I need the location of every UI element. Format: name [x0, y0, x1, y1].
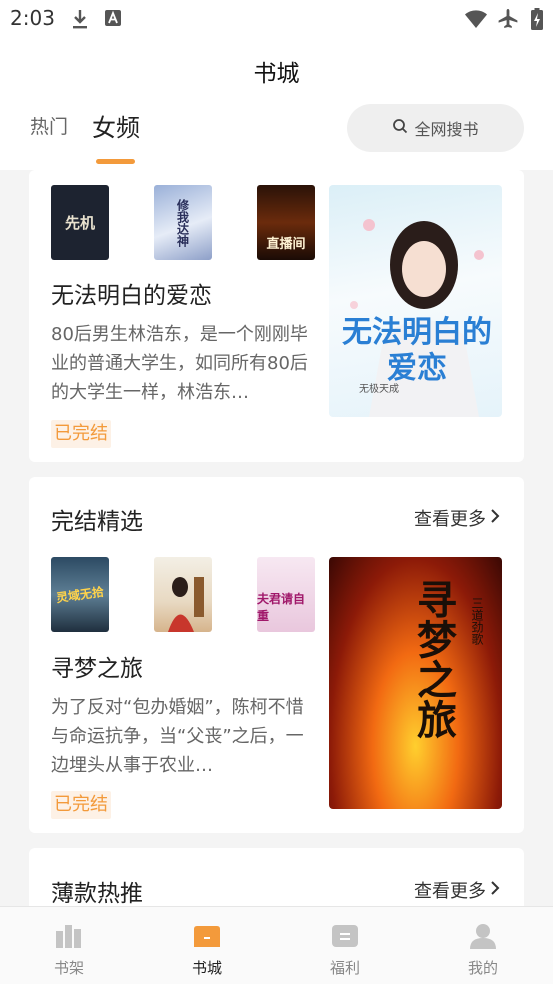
welfare-icon: [331, 923, 359, 949]
nav-label: 书城: [191, 959, 222, 977]
see-more-label: 查看更多: [414, 509, 486, 530]
tab-indicator: [96, 159, 135, 164]
header: 书城 热门 女频 全网搜书: [0, 40, 553, 170]
see-more-link[interactable]: 查看更多: [414, 877, 500, 903]
airplane-icon: [497, 8, 519, 34]
search-icon: [392, 118, 408, 138]
book-cover[interactable]: 无法明白的爱恋 无极天成: [329, 185, 502, 417]
thumb-title: 夫君请自重: [257, 592, 306, 623]
book-description: 为了反对“包办婚姻”，陈柯不惜与命运抗争，当“父丧”之后，一边埋头从事于农业…: [51, 697, 304, 776]
profile-icon: [469, 923, 497, 949]
nav-bookstore[interactable]: 书城: [167, 907, 247, 984]
book-description: 80后男生林浩东，是一个刚刚毕业的普通大学生，如同所有80后的大学生一样，林浩东…: [51, 324, 308, 403]
nav-welfare[interactable]: 福利: [305, 907, 385, 984]
cover-title: 无法明白的爱恋: [342, 315, 492, 386]
nav-label: 书架: [53, 959, 84, 977]
thumb-art: [168, 577, 204, 632]
cover-title: 寻梦之旅: [410, 579, 456, 739]
download-icon: [70, 8, 90, 34]
search-button[interactable]: 全网搜书: [347, 104, 524, 152]
nav-profile[interactable]: 我的: [443, 907, 523, 984]
status-badge: 已完结: [51, 791, 111, 819]
chevron-right-icon: [490, 508, 500, 529]
nav-label: 我的: [467, 959, 498, 977]
book-thumb[interactable]: [154, 557, 212, 632]
see-more-link[interactable]: 查看更多: [414, 505, 500, 531]
book-thumb[interactable]: 先机: [51, 185, 109, 260]
thumb-title: 灵域无拾: [55, 584, 105, 606]
font-app-icon: [104, 8, 122, 32]
book-cover[interactable]: 寻梦之旅 三道劲歌: [329, 557, 502, 809]
bottom-nav: 书架 书城 福利 我的: [0, 906, 553, 984]
bookstore-icon: [193, 923, 221, 949]
tab-hot[interactable]: 热门: [30, 112, 68, 139]
book-title[interactable]: 寻梦之旅: [51, 649, 143, 683]
search-label: 全网搜书: [414, 120, 479, 139]
book-thumb[interactable]: 灵域无拾: [51, 557, 109, 632]
chevron-right-icon: [490, 880, 500, 901]
status-bar: 2:03: [0, 0, 553, 40]
thumb-title: 先机: [64, 214, 95, 232]
page-title: 书城: [253, 61, 300, 87]
thumb-title: 修我达神: [175, 198, 190, 247]
section-title: 完结精选: [51, 509, 143, 535]
see-more-label: 查看更多: [414, 881, 486, 902]
book-title[interactable]: 无法明白的爱恋: [51, 276, 212, 310]
cover-author: 三道劲歌: [470, 597, 484, 645]
bookshelf-icon: [55, 923, 83, 949]
battery-charging-icon: [531, 8, 543, 34]
book-thumb[interactable]: 修我达神: [154, 185, 212, 260]
section-title: 薄款热推: [51, 881, 143, 907]
nav-label: 福利: [329, 959, 360, 977]
nav-bookshelf[interactable]: 书架: [29, 907, 109, 984]
featured-book-card[interactable]: 先机 修我达神 直播间 无法明白的爱恋 80后男生林浩东，是一个刚刚毕业的普通大…: [29, 170, 524, 462]
wifi-icon: [464, 8, 488, 34]
book-thumb[interactable]: 直播间: [257, 185, 315, 260]
status-badge: 已完结: [51, 420, 111, 448]
cover-author: 无极天成: [359, 384, 399, 395]
status-time: 2:03: [10, 6, 55, 30]
book-thumb[interactable]: 夫君请自重: [257, 557, 315, 632]
tab-female[interactable]: 女频: [92, 108, 140, 143]
completed-section-card: 完结精选 查看更多 灵域无拾 夫君请自重 寻梦之旅 为了反对“包办婚姻”，陈柯不…: [29, 477, 524, 833]
thumb-title: 直播间: [266, 237, 306, 252]
